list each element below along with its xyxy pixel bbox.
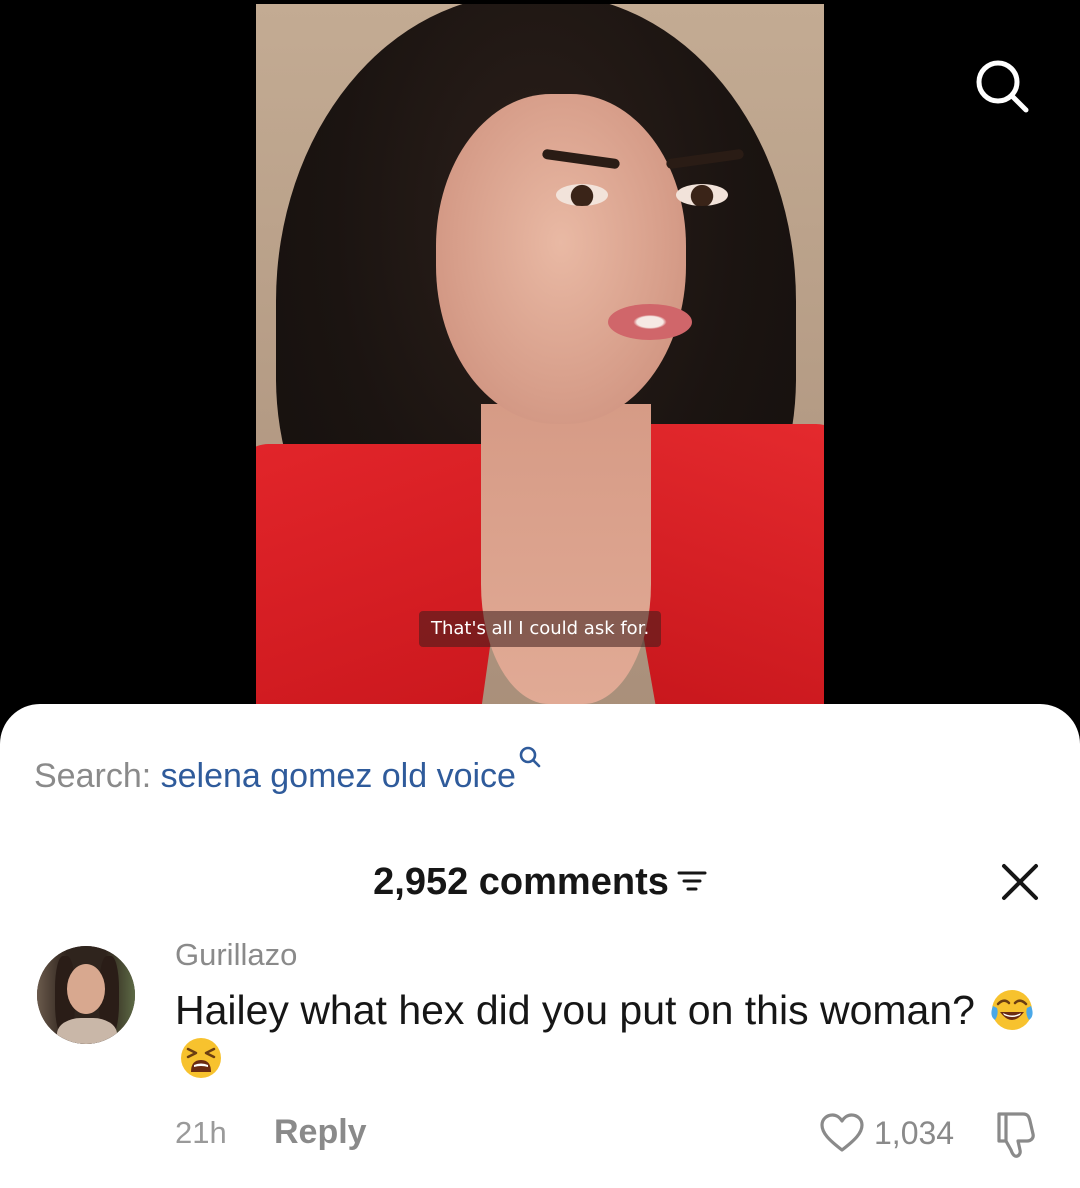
comment-text: Hailey what hex did you put on this woma… [175,987,975,1033]
reply-button[interactable]: Reply [274,1112,367,1152]
related-search[interactable]: Search: selena gomez old voice [34,746,541,796]
comment-body: Hailey what hex did you put on this woma… [175,986,1035,1082]
search-query-link[interactable]: selena gomez old voice [161,757,516,795]
screen: That's all I could ask for. Search: sele… [0,0,1080,1188]
heart-outline-icon[interactable] [819,1112,865,1154]
tired-face-emoji [179,1036,223,1080]
thumbs-down-icon[interactable] [993,1108,1041,1160]
comment-username[interactable]: Gurillazo [175,936,297,974]
comments-label: comments [478,861,669,903]
comments-sheet: Search: selena gomez old voice 2,952 com… [0,704,1080,1188]
like-count: 1,034 [874,1115,955,1151]
video-caption: That's all I could ask for. [419,611,662,647]
search-icon[interactable] [972,56,1032,116]
comments-header: 2,952 comments [0,860,1080,906]
face-with-tears-of-joy-emoji [990,988,1034,1032]
sort-lines-icon[interactable] [677,860,707,904]
video-player[interactable] [256,4,824,714]
comment-timestamp: 21h [175,1115,227,1150]
search-icon[interactable] [518,738,542,778]
avatar[interactable] [37,946,135,1044]
comments-count: 2,952 [373,861,469,903]
search-prefix: Search: [34,757,152,795]
close-icon[interactable] [998,860,1042,904]
